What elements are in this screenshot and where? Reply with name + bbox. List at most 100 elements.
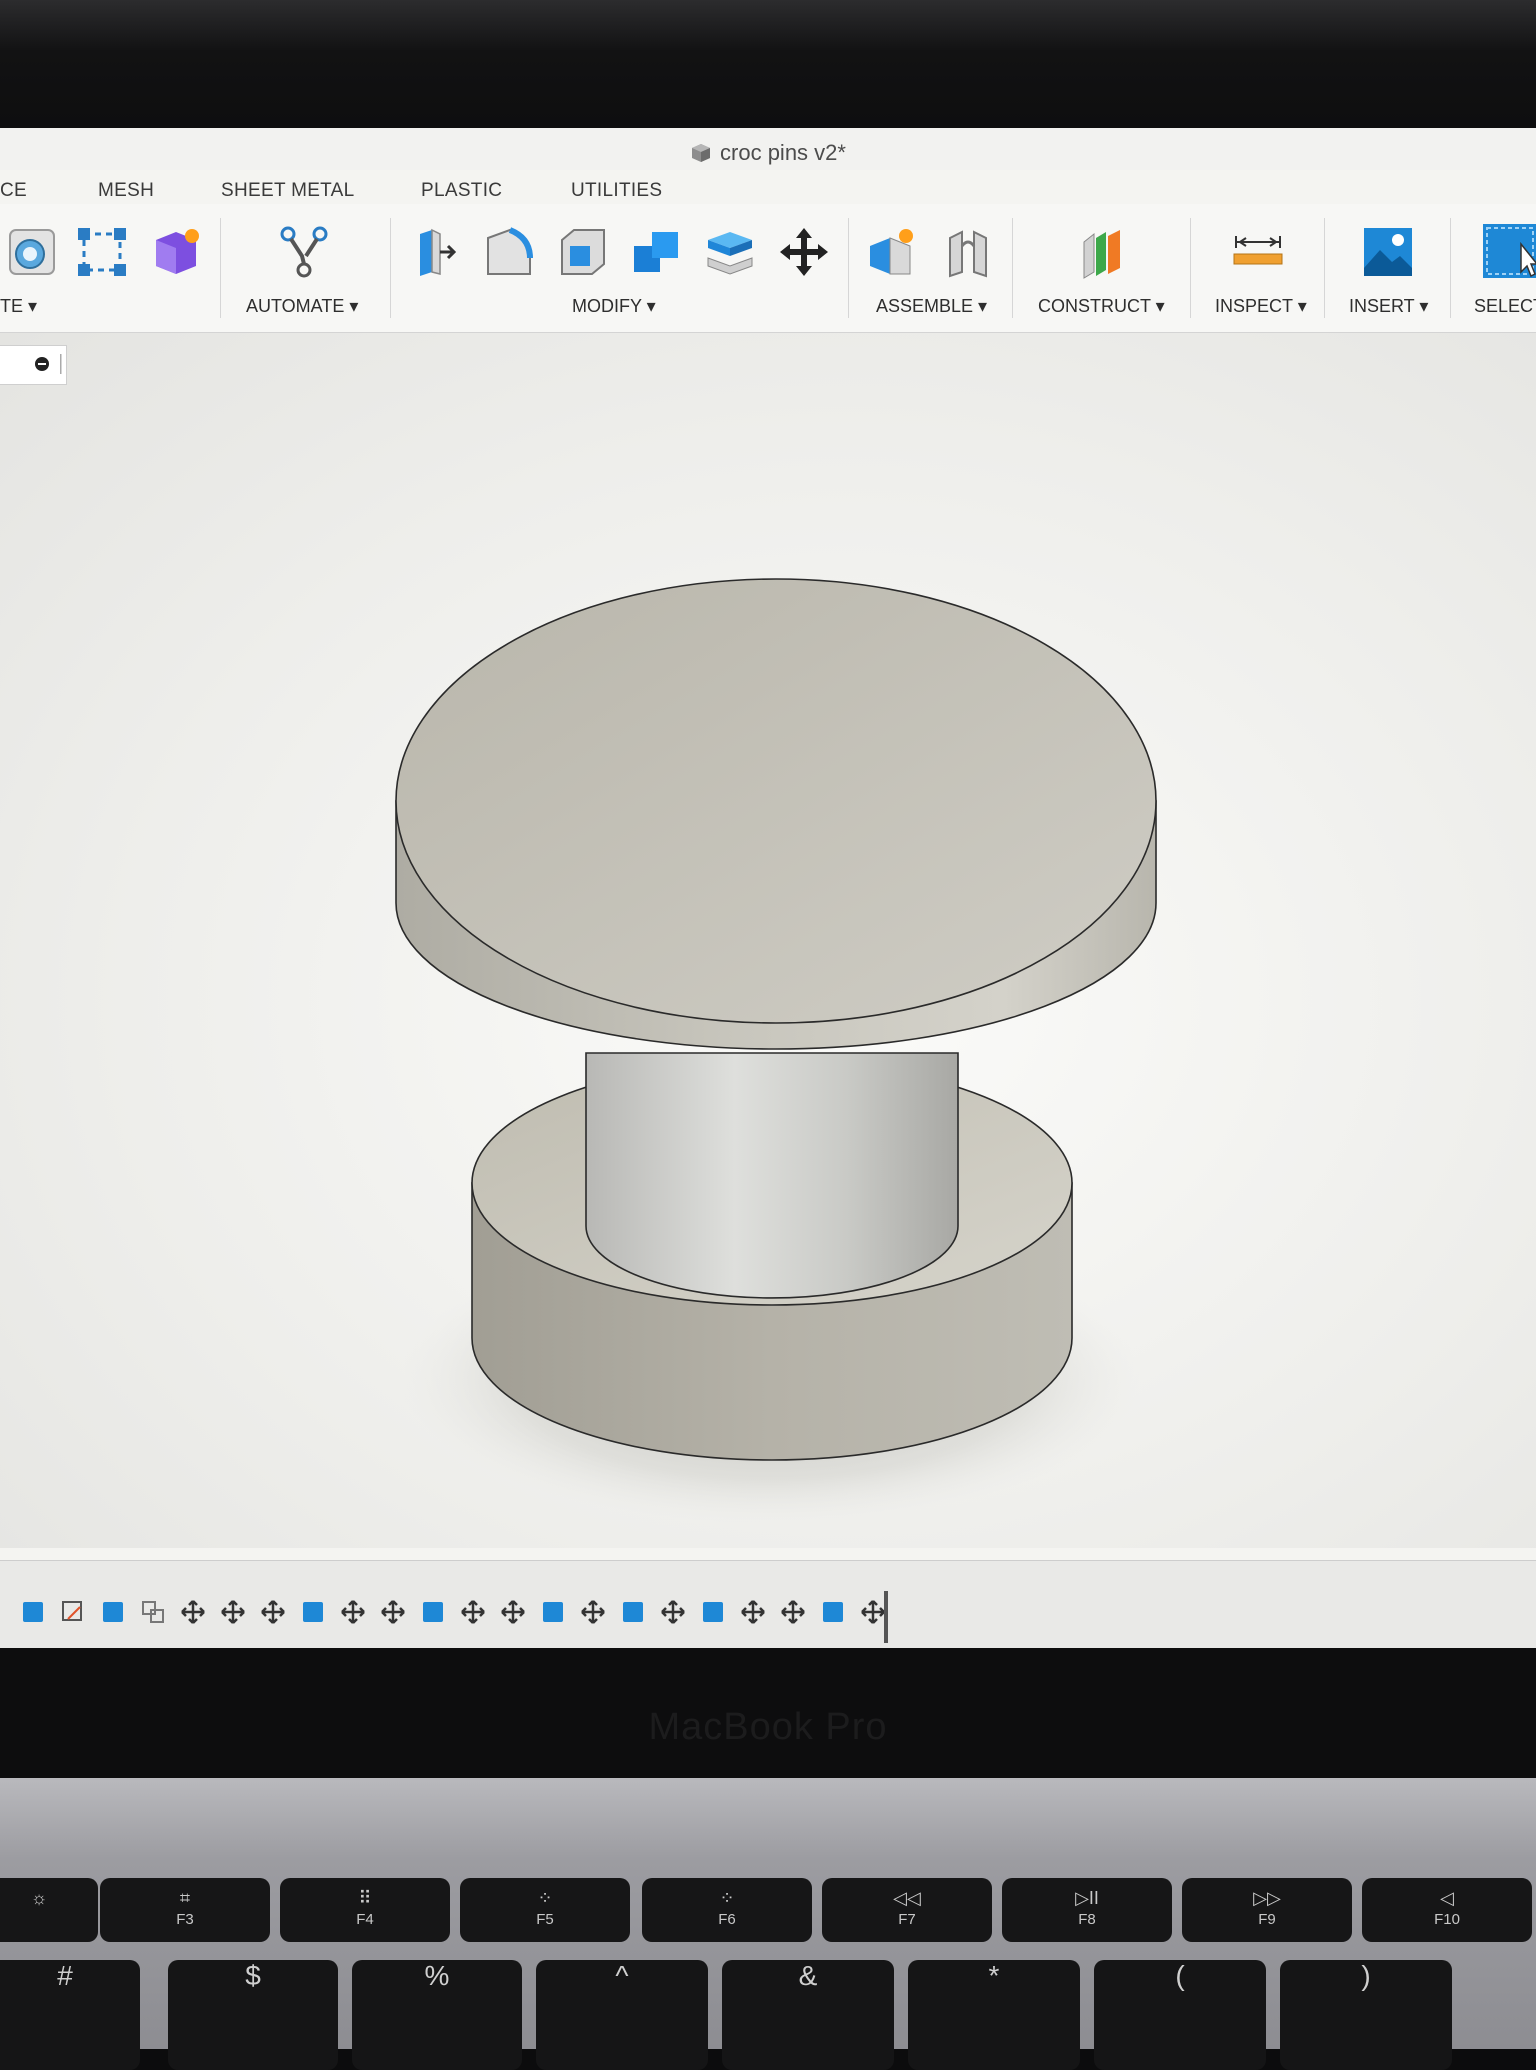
laptop-top-bezel	[0, 0, 1536, 128]
timeline-feature-body[interactable]	[618, 1597, 648, 1627]
document-tab[interactable]: croc pins v2*	[690, 140, 846, 166]
laptop-brand-label: MacBook Pro	[648, 1706, 888, 1748]
ribbon-separator	[1324, 218, 1325, 318]
key-symbol: #	[57, 1960, 73, 1991]
timeline-marker[interactable]	[884, 1591, 888, 1643]
key-9: (	[1094, 1960, 1266, 2070]
joint-button[interactable]	[938, 222, 998, 282]
workspace-tabs: CE MESH SHEET METAL PLASTIC UTILITIES	[0, 170, 1536, 204]
fillet-button[interactable]	[478, 222, 538, 282]
select-button[interactable]	[1478, 222, 1536, 282]
key-label: F10	[1434, 1911, 1460, 1928]
timeline-features	[18, 1597, 888, 1627]
key-f10: ◁ F10	[1362, 1878, 1532, 1942]
component-icon	[690, 142, 712, 164]
key-4: $	[168, 1960, 338, 2070]
timeline-feature-body[interactable]	[418, 1597, 448, 1627]
inspect-menu-label: INSPECT	[1215, 296, 1293, 316]
key-symbol: ⁘	[719, 1888, 735, 1908]
ribbon-separator	[390, 218, 391, 318]
tab-surface[interactable]: CE	[0, 180, 27, 202]
timeline-feature-body[interactable]	[818, 1597, 848, 1627]
timeline-feature-move[interactable]	[578, 1597, 608, 1627]
modify-menu[interactable]: MODIFY ▾	[572, 296, 656, 317]
assemble-menu-label: ASSEMBLE	[876, 296, 974, 316]
timeline-feature-body[interactable]	[538, 1597, 568, 1627]
key-symbol: ⁘	[537, 1888, 553, 1908]
tab-utilities[interactable]: UTILITIES	[571, 180, 662, 202]
timeline-feature-body[interactable]	[18, 1597, 48, 1627]
measure-icon	[1233, 236, 1283, 265]
replace-face-icon	[707, 232, 753, 275]
create-menu[interactable]: TE ▾	[0, 296, 37, 317]
create-solid-button[interactable]	[146, 222, 206, 282]
construct-menu[interactable]: CONSTRUCT ▾	[1038, 296, 1165, 317]
key-5: %	[352, 1960, 522, 2070]
model-canvas	[395, 578, 1157, 1523]
sketch-icon	[78, 228, 126, 276]
create-sketch-button[interactable]	[72, 222, 132, 282]
timeline-feature-move[interactable]	[378, 1597, 408, 1627]
construct-plane-button[interactable]	[1072, 222, 1132, 282]
key-7: &	[722, 1960, 894, 2070]
new-component-button[interactable]	[862, 222, 922, 282]
construct-menu-label: CONSTRUCT	[1038, 296, 1151, 316]
new-component-icon	[870, 229, 913, 275]
key-symbol: ◁◁	[893, 1888, 921, 1908]
timeline-feature-move[interactable]	[778, 1597, 808, 1627]
move-icon	[461, 1600, 485, 1624]
measure-button[interactable]	[1228, 222, 1288, 282]
timeline-feature-body[interactable]	[698, 1597, 728, 1627]
fusion-window: croc pins v2* CE MESH SHEET METAL PLASTI…	[0, 128, 1536, 1648]
timeline-feature-move[interactable]	[218, 1597, 248, 1627]
key-symbol: $	[245, 1960, 261, 1991]
key-symbol: ◁	[1440, 1888, 1454, 1908]
move-icon	[861, 1600, 885, 1624]
tab-sheet-metal[interactable]: SHEET METAL	[221, 180, 355, 202]
key-symbol: %	[424, 1960, 450, 1991]
shell-button[interactable]	[552, 222, 612, 282]
key-f7: ◁◁ F7	[822, 1878, 992, 1942]
insert-image-button[interactable]	[1358, 222, 1418, 282]
key-label: F9	[1258, 1911, 1276, 1928]
insert-menu[interactable]: INSERT ▾	[1349, 296, 1428, 317]
key-3: #	[0, 1960, 140, 2070]
key-label: F7	[898, 1911, 916, 1928]
timeline-feature-move[interactable]	[178, 1597, 208, 1627]
timeline-feature-move[interactable]	[738, 1597, 768, 1627]
timeline-feature-move[interactable]	[338, 1597, 368, 1627]
timeline-feature-sketch[interactable]	[58, 1597, 88, 1627]
key-symbol: ☼	[30, 1888, 48, 1908]
inspect-menu[interactable]: INSPECT ▾	[1215, 296, 1307, 317]
assemble-menu[interactable]: ASSEMBLE ▾	[876, 296, 987, 317]
select-menu[interactable]: SELECT	[1474, 296, 1536, 317]
move-icon	[501, 1600, 525, 1624]
tab-plastic[interactable]: PLASTIC	[421, 180, 502, 202]
move-icon	[581, 1600, 605, 1624]
ribbon-separator	[848, 218, 849, 318]
timeline-feature-move[interactable]	[498, 1597, 528, 1627]
press-pull-button[interactable]	[404, 222, 464, 282]
timeline-feature-move[interactable]	[658, 1597, 688, 1627]
ribbon-separator	[220, 218, 221, 318]
timeline-feature-move[interactable]	[458, 1597, 488, 1627]
timeline-feature-body[interactable]	[98, 1597, 128, 1627]
move-copy-button[interactable]	[774, 222, 834, 282]
timeline-feature-body[interactable]	[298, 1597, 328, 1627]
timeline-feature-component[interactable]	[138, 1597, 168, 1627]
timeline-feature-move[interactable]	[258, 1597, 288, 1627]
stem-cylinder	[585, 1052, 959, 1299]
create-menu-label: TE	[0, 296, 24, 316]
body-icon	[703, 1602, 723, 1622]
move-icon	[780, 228, 828, 276]
combine-button[interactable]	[626, 222, 686, 282]
tab-mesh[interactable]: MESH	[98, 180, 154, 202]
automate-icon	[280, 226, 328, 278]
replace-face-button[interactable]	[700, 222, 760, 282]
body-icon	[23, 1602, 43, 1622]
automate-button[interactable]	[274, 222, 334, 282]
create-form-button[interactable]	[2, 222, 62, 282]
canvas-viewport[interactable]: ▼ ▼ ▼ ▼	[0, 333, 1536, 1548]
automate-menu[interactable]: AUTOMATE ▾	[246, 296, 358, 317]
construct-plane-icon	[1083, 230, 1120, 279]
